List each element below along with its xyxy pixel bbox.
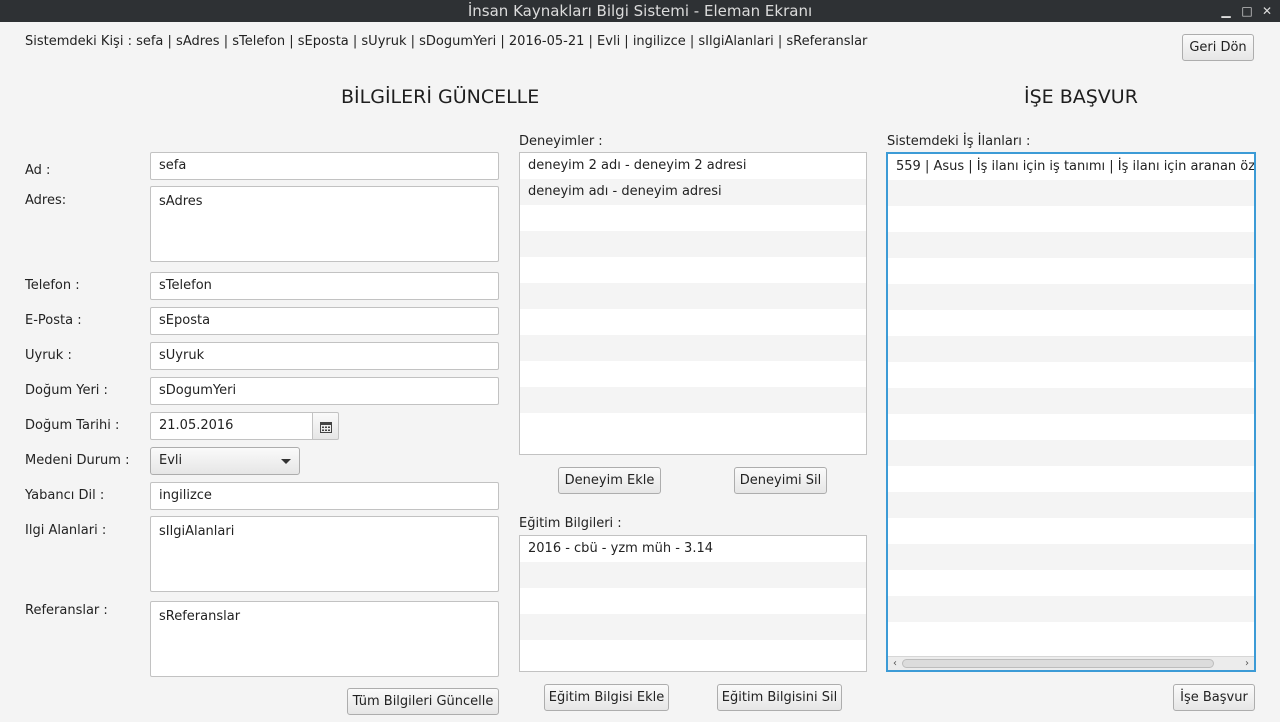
- experience-list[interactable]: deneyim 2 adı - deneyim 2 adresi deneyim …: [519, 152, 867, 455]
- ad-field[interactable]: sefa: [150, 152, 499, 180]
- empty-list-row[interactable]: [888, 284, 1254, 310]
- yabanci-dil-field[interactable]: ingilizce: [150, 482, 499, 510]
- minimize-icon[interactable]: ▁: [1218, 3, 1234, 19]
- ilgi-alanlari-label: Ilgi Alanlari :: [25, 523, 107, 538]
- empty-list-row[interactable]: [888, 492, 1254, 518]
- apply-heading: İŞE BAŞVUR: [1024, 86, 1138, 108]
- empty-list-row[interactable]: [888, 518, 1254, 544]
- eposta-label: E-Posta :: [25, 313, 82, 328]
- job-postings-list[interactable]: 559 | Asus | İş ilanı için iş tanımı | İ…: [886, 152, 1256, 672]
- empty-list-row[interactable]: [888, 388, 1254, 414]
- empty-list-row[interactable]: [888, 596, 1254, 622]
- dogum-yeri-label: Doğum Yeri :: [25, 383, 108, 398]
- delete-education-button[interactable]: Eğitim Bilgisini Sil: [717, 684, 842, 711]
- uyruk-label: Uyruk :: [25, 348, 72, 363]
- empty-list-row[interactable]: [888, 570, 1254, 596]
- list-item[interactable]: deneyim adı - deneyim adresi: [520, 179, 866, 205]
- add-experience-button[interactable]: Deneyim Ekle: [558, 467, 661, 494]
- apply-button[interactable]: İşe Başvur: [1173, 684, 1255, 711]
- scroll-left-icon[interactable]: ‹: [888, 657, 902, 670]
- empty-list-row[interactable]: [520, 257, 866, 283]
- uyruk-field[interactable]: sUyruk: [150, 342, 499, 370]
- empty-list-row[interactable]: [520, 387, 866, 413]
- education-list[interactable]: 2016 - cbü - yzm müh - 3.14: [519, 535, 867, 672]
- horizontal-scrollbar[interactable]: ‹ ›: [888, 656, 1254, 670]
- adres-label: Adres:: [25, 193, 67, 208]
- back-button[interactable]: Geri Dön: [1182, 34, 1254, 61]
- list-item[interactable]: deneyim 2 adı - deneyim 2 adresi: [520, 153, 866, 179]
- update-all-button[interactable]: Tüm Bilgileri Güncelle: [347, 688, 499, 715]
- empty-list-row[interactable]: [520, 614, 866, 640]
- empty-list-row[interactable]: [888, 310, 1254, 336]
- update-heading: BİLGİLERİ GÜNCELLE: [341, 86, 540, 108]
- empty-list-row[interactable]: [520, 588, 866, 614]
- system-person-info: Sistemdeki Kişi : sefa | sAdres | sTelef…: [25, 34, 868, 49]
- medeni-durum-value: Evli: [159, 453, 183, 468]
- empty-list-row[interactable]: [888, 206, 1254, 232]
- medeni-durum-label: Medeni Durum :: [25, 453, 130, 468]
- job-postings-label: Sistemdeki İş İlanları :: [887, 134, 1031, 149]
- empty-list-row[interactable]: [888, 440, 1254, 466]
- empty-list-row[interactable]: [888, 414, 1254, 440]
- date-picker-button[interactable]: [313, 412, 339, 440]
- referanslar-field[interactable]: sReferanslar: [150, 601, 499, 677]
- ilgi-alanlari-field[interactable]: sIlgiAlanlari: [150, 516, 499, 592]
- adres-field[interactable]: sAdres: [150, 186, 499, 262]
- empty-list-row[interactable]: [888, 466, 1254, 492]
- referanslar-label: Referanslar :: [25, 603, 108, 618]
- empty-list-row[interactable]: [520, 231, 866, 257]
- chevron-down-icon: [281, 459, 291, 464]
- medeni-durum-select[interactable]: Evli: [150, 447, 300, 475]
- scrollbar-thumb[interactable]: [902, 659, 1214, 668]
- empty-list-row[interactable]: [888, 544, 1254, 570]
- empty-list-row[interactable]: [520, 562, 866, 588]
- empty-list-row[interactable]: [520, 640, 866, 666]
- education-label: Eğitim Bilgileri :: [519, 516, 622, 531]
- empty-list-row[interactable]: [888, 336, 1254, 362]
- empty-list-row[interactable]: [520, 205, 866, 231]
- list-item[interactable]: 559 | Asus | İş ilanı için iş tanımı | İ…: [888, 154, 1254, 180]
- window-title: İnsan Kaynakları Bilgi Sistemi - Eleman …: [467, 2, 813, 20]
- empty-list-row[interactable]: [520, 335, 866, 361]
- empty-list-row[interactable]: [888, 180, 1254, 206]
- yabanci-dil-label: Yabancı Dil :: [25, 488, 105, 503]
- calendar-icon: [319, 422, 332, 433]
- telefon-field[interactable]: sTelefon: [150, 272, 499, 300]
- empty-list-row[interactable]: [520, 361, 866, 387]
- list-item[interactable]: 2016 - cbü - yzm müh - 3.14: [520, 536, 866, 562]
- empty-list-row[interactable]: [888, 232, 1254, 258]
- empty-list-row[interactable]: [888, 622, 1254, 648]
- maximize-icon[interactable]: □: [1239, 3, 1255, 19]
- empty-list-row[interactable]: [520, 283, 866, 309]
- dogum-yeri-field[interactable]: sDogumYeri: [150, 377, 499, 405]
- dogum-tarihi-label: Doğum Tarihi :: [25, 418, 120, 433]
- delete-experience-button[interactable]: Deneyimi Sil: [734, 467, 827, 494]
- experience-label: Deneyimler :: [519, 134, 603, 149]
- dogum-tarihi-field[interactable]: 21.05.2016: [150, 412, 313, 440]
- empty-list-row[interactable]: [520, 413, 866, 439]
- add-education-button[interactable]: Eğitim Bilgisi Ekle: [544, 684, 669, 711]
- window-titlebar: İnsan Kaynakları Bilgi Sistemi - Eleman …: [0, 0, 1280, 22]
- empty-list-row[interactable]: [888, 362, 1254, 388]
- telefon-label: Telefon :: [25, 278, 80, 293]
- close-icon[interactable]: ✕: [1259, 3, 1275, 19]
- ad-label: Ad :: [25, 163, 51, 178]
- empty-list-row[interactable]: [520, 309, 866, 335]
- eposta-field[interactable]: sEposta: [150, 307, 499, 335]
- empty-list-row[interactable]: [888, 258, 1254, 284]
- scroll-right-icon[interactable]: ›: [1240, 657, 1254, 670]
